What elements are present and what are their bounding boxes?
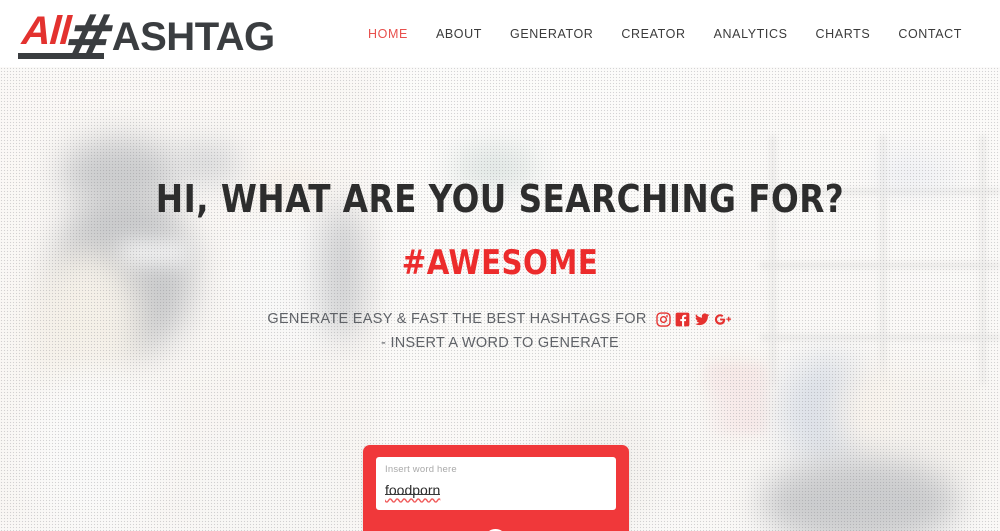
hero-headline: HI, WHAT ARE YOU SEARCHING FOR?	[155, 177, 845, 221]
word-input-field[interactable]: Insert word here foodporn	[376, 457, 616, 510]
social-icon-group	[655, 312, 733, 327]
site-logo[interactable]: All # ASHTAG	[18, 2, 275, 70]
nav-item-creator[interactable]: CREATOR	[607, 19, 699, 49]
logo-text-ashtag: ASHTAG	[111, 14, 275, 59]
hero-section: HI, WHAT ARE YOU SEARCHING FOR? #AWESOME…	[0, 67, 1000, 531]
word-input-label: Insert word here	[385, 464, 457, 475]
hero-content: HI, WHAT ARE YOU SEARCHING FOR? #AWESOME…	[0, 67, 1000, 354]
hero-tagline-line2: - INSERT A WORD TO GENERATE	[381, 334, 619, 351]
hero-tagline-line1: GENERATE EASY & FAST THE BEST HASHTAGS F…	[0, 308, 1000, 330]
hero-subheadline: #AWESOME	[401, 242, 599, 283]
hero-tagline-text: GENERATE EASY & FAST THE BEST HASHTAGS F…	[267, 311, 647, 328]
main-navigation: HOME ABOUT GENERATOR CREATOR ANALYTICS C…	[354, 19, 976, 49]
nav-item-charts[interactable]: CHARTS	[802, 19, 885, 49]
googleplus-icon[interactable]	[714, 312, 733, 327]
instagram-icon[interactable]	[655, 312, 671, 327]
hero-tagline: GENERATE EASY & FAST THE BEST HASHTAGS F…	[0, 308, 1000, 354]
hashtag-generator-form: Insert word here foodporn	[363, 445, 629, 531]
facebook-icon[interactable]	[675, 312, 690, 327]
nav-item-contact[interactable]: CONTACT	[884, 19, 976, 49]
site-header: All # ASHTAG HOME ABOUT GENERATOR CREATO…	[0, 0, 1000, 70]
nav-item-about[interactable]: ABOUT	[422, 19, 496, 49]
nav-item-analytics[interactable]: ANALYTICS	[700, 19, 802, 49]
nav-item-generator[interactable]: GENERATOR	[496, 19, 607, 49]
twitter-icon[interactable]	[694, 312, 710, 327]
nav-item-home[interactable]: HOME	[354, 19, 422, 49]
word-input-value[interactable]: foodporn	[385, 482, 441, 498]
